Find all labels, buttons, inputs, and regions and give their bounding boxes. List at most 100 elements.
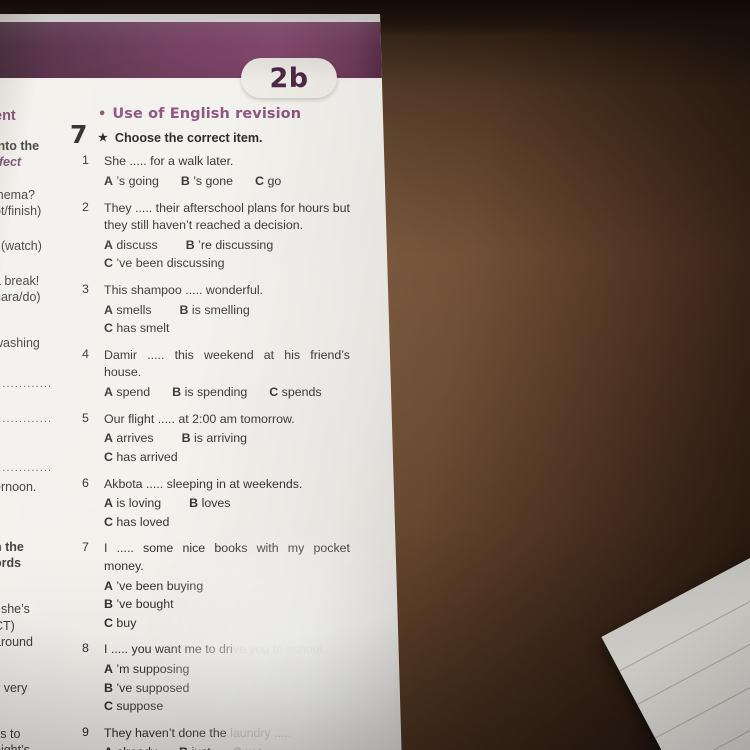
left-column-fragment: ; she’s [0, 602, 30, 616]
question-stem: I ..... you want me to drive you to scho… [104, 641, 350, 659]
option-row: C has smelt [104, 319, 350, 338]
option-c[interactable]: C has loved [104, 513, 169, 532]
option-letter: C [104, 256, 113, 271]
exercise-heading: 7 ★ Choose the correct item. [70, 122, 350, 147]
option-group: A spend B is spending C spends [104, 383, 350, 402]
option-b[interactable]: B just [179, 743, 211, 750]
option-row: B ’ve bought [104, 595, 350, 614]
option-text: is arriving [194, 431, 248, 446]
question-item: 6 Akbota ..... sleeping in at weekends. A … [82, 476, 350, 532]
option-text: suppose [116, 699, 164, 714]
option-a[interactable]: A already [104, 743, 157, 750]
option-letter: A [104, 496, 113, 511]
option-row: C has loved [104, 513, 350, 532]
option-c[interactable]: C go [255, 172, 281, 191]
option-letter: C [104, 514, 113, 529]
option-group: A smells B is smelling C has smelt [104, 301, 350, 338]
question-stem: Akbota ..... sleeping in at weekends. [104, 476, 303, 491]
option-text: is spending [184, 385, 248, 400]
question-stem-visible: They haven’t done the [104, 725, 231, 740]
left-column-fragment: nara/do) [0, 290, 41, 304]
option-c[interactable]: C has arrived [104, 448, 178, 467]
option-text: is loving [116, 496, 162, 511]
left-column-fragment: .............. [0, 378, 53, 390]
option-a[interactable]: A ’s going [104, 172, 159, 191]
option-letter: C [104, 615, 113, 630]
option-c[interactable]: C yet [233, 743, 262, 750]
question-item: 3 This shampoo ..... wonderful. A smells B … [82, 282, 350, 338]
option-row: A ’s going B ’s gone C go [104, 172, 350, 191]
bullet-icon: • [98, 106, 107, 122]
question-stem: They ..... their afterschool plans for h… [104, 200, 350, 233]
section-heading-label: Use of English revision [112, 106, 302, 122]
option-letter: B [179, 302, 189, 317]
option-group: A ’s going B ’s gone C go [104, 172, 350, 191]
option-b[interactable]: B ’ve bought [104, 595, 174, 614]
question-item: 1 She ..... for a walk later. A ’s going B … [82, 153, 350, 190]
exercise-instruction: Choose the correct item. [114, 131, 263, 145]
option-letter: B [104, 680, 113, 695]
option-letter: A [104, 237, 113, 252]
option-text: ’s going [116, 174, 159, 188]
option-b[interactable]: B is spending [172, 383, 247, 402]
option-group: A is loving B loves C has loved [104, 494, 350, 531]
option-b[interactable]: B ’ve supposed [104, 679, 189, 698]
option-letter: A [104, 662, 113, 677]
option-a[interactable]: A smells [104, 301, 152, 320]
option-text: yet [245, 745, 262, 750]
star-icon: ★ [98, 132, 108, 144]
option-b[interactable]: B ’re discussing [186, 236, 273, 255]
option-c[interactable]: C spends [269, 383, 321, 402]
option-letter: A [104, 302, 113, 317]
option-b[interactable]: B is smelling [180, 301, 250, 320]
option-b[interactable]: B ’s gone [181, 172, 233, 191]
option-text: go [267, 174, 282, 188]
option-row: C suppose [104, 697, 350, 716]
left-column-fragment: washing [0, 336, 40, 350]
question-number: 3 [82, 282, 89, 297]
option-row: A is loving B loves [104, 494, 350, 513]
option-c[interactable]: C suppose [104, 697, 163, 716]
question-number: 8 [82, 641, 89, 656]
left-column-fragment: s very [0, 681, 28, 695]
option-b[interactable]: B is arriving [182, 429, 247, 448]
option-text: ’m supposing [116, 662, 190, 677]
option-a[interactable]: A arrives [104, 429, 154, 448]
option-group: A ’m supposing B ’ve supposed C suppose [104, 660, 350, 716]
question-item: 4 Damir ..... this weekend at his friend’… [82, 347, 350, 402]
question-stem-visible: I ..... you want me to dri [104, 642, 233, 657]
question-stem-faded: ve you to school. [232, 642, 326, 657]
option-letter: A [104, 174, 113, 188]
option-c[interactable]: C has smelt [104, 319, 169, 338]
option-text: ’ve supposed [116, 680, 190, 695]
option-c[interactable]: C ’ve been discussing [104, 254, 225, 273]
question-stem: Damir ..... this weekend at his friend’s… [104, 347, 350, 380]
option-a[interactable]: A ’m supposing [104, 660, 189, 679]
option-letter: C [104, 321, 113, 336]
option-a[interactable]: A is loving [104, 494, 161, 513]
question-number: 1 [82, 153, 89, 168]
option-letter: A [104, 385, 113, 400]
option-a[interactable]: A spend [104, 383, 150, 402]
option-text: arrives [116, 431, 154, 446]
left-column-fragment: ernoon. [0, 480, 37, 494]
option-row: A already B just C yet [104, 743, 350, 750]
option-a[interactable]: A ’ve been buying [104, 577, 203, 596]
option-letter: B [181, 431, 191, 446]
option-a[interactable]: A discuss [104, 236, 158, 255]
option-text: spends [281, 385, 322, 400]
option-letter: A [104, 578, 113, 593]
option-row: A ’m supposing [104, 660, 350, 679]
option-row: A ’ve been buying [104, 577, 350, 596]
option-group: A already B just C yet [104, 743, 350, 750]
option-text: loves [201, 496, 231, 511]
option-text: has smelt [116, 321, 170, 336]
option-c[interactable]: C buy [104, 614, 136, 633]
exercise-column: • Use of English revision 7 ★ Choose the… [70, 106, 350, 750]
option-b[interactable]: B loves [189, 494, 230, 513]
option-group: A arrives B is arriving C has arrived [104, 429, 350, 466]
question-number: 4 [82, 346, 89, 361]
option-text: is smelling [191, 302, 250, 317]
left-column-fragment: . (watch) [0, 239, 42, 253]
option-letter: B [180, 174, 190, 188]
